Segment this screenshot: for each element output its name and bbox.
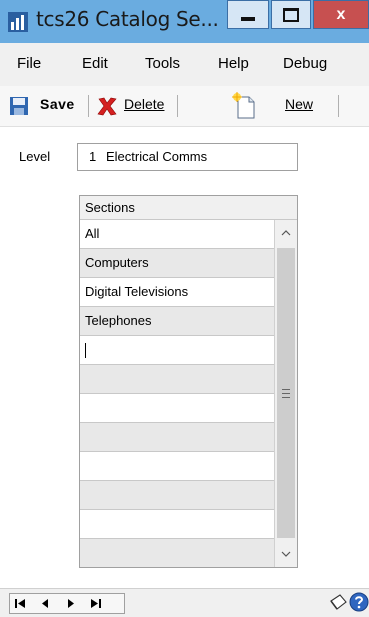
menu-file[interactable]: File <box>17 55 41 72</box>
toolbar-separator <box>88 95 89 117</box>
section-row-empty[interactable] <box>80 481 274 510</box>
text-cursor <box>85 343 86 359</box>
close-button[interactable]: x <box>313 0 369 29</box>
toolbar-separator <box>338 95 339 117</box>
section-row-empty[interactable] <box>80 423 274 452</box>
close-icon: x <box>336 5 346 23</box>
sections-header: Sections <box>80 196 297 220</box>
scroll-thumb[interactable] <box>277 248 295 538</box>
section-row-empty[interactable] <box>80 394 274 423</box>
first-record-icon[interactable] <box>14 598 26 609</box>
grip-icon <box>282 388 290 398</box>
level-label: Level <box>19 149 51 164</box>
toolbar: Save Delete New <box>0 86 369 127</box>
section-row-empty[interactable] <box>80 452 274 481</box>
scroll-up-button[interactable] <box>275 220 297 246</box>
menu-edit[interactable]: Edit <box>82 55 108 72</box>
record-navigator <box>9 593 125 614</box>
menu-bar: File Edit Tools Help Debug <box>0 43 369 86</box>
section-row-all[interactable]: All <box>80 220 274 249</box>
menu-help[interactable]: Help <box>218 55 249 72</box>
section-row-new[interactable] <box>80 336 274 365</box>
section-row-empty[interactable] <box>80 510 274 539</box>
level-name: Electrical Comms <box>106 149 208 164</box>
scroll-down-button[interactable] <box>275 541 297 567</box>
vertical-scrollbar[interactable] <box>274 220 297 567</box>
chevron-up-icon <box>281 230 291 236</box>
save-button[interactable]: Save <box>40 96 75 112</box>
section-row-empty[interactable] <box>80 539 274 567</box>
delete-button[interactable]: Delete <box>124 96 164 112</box>
previous-record-icon[interactable] <box>40 598 50 609</box>
level-field[interactable]: 1 Electrical Comms <box>77 143 298 171</box>
help-icon[interactable] <box>349 592 369 612</box>
next-record-icon[interactable] <box>66 598 76 609</box>
minimize-button[interactable] <box>227 0 269 29</box>
maximize-button[interactable] <box>271 0 311 29</box>
section-row-digital-televisions[interactable]: Digital Televisions <box>80 278 274 307</box>
section-row-telephones[interactable]: Telephones <box>80 307 274 336</box>
window-title: tcs26 Catalog Se... <box>36 7 219 31</box>
save-disk-icon[interactable] <box>9 96 29 116</box>
sections-grid: Sections All Computers Digital Televisio… <box>79 195 298 568</box>
chevron-down-icon <box>281 551 291 557</box>
section-row-computers[interactable]: Computers <box>80 249 274 278</box>
new-document-icon[interactable] <box>232 92 258 120</box>
section-row-empty[interactable] <box>80 365 274 394</box>
menu-tools[interactable]: Tools <box>145 55 180 72</box>
bottom-bar <box>0 588 369 617</box>
note-icon[interactable] <box>328 592 348 612</box>
maximize-icon <box>283 7 299 22</box>
new-button[interactable]: New <box>285 96 313 112</box>
minimize-icon <box>241 16 255 21</box>
app-icon <box>8 12 28 32</box>
last-record-icon[interactable] <box>90 598 102 609</box>
title-bar: tcs26 Catalog Se... x <box>0 0 369 43</box>
menu-debug[interactable]: Debug <box>283 55 327 72</box>
level-number: 1 <box>89 149 97 164</box>
toolbar-separator <box>177 95 178 117</box>
red-x-icon[interactable] <box>96 95 118 117</box>
